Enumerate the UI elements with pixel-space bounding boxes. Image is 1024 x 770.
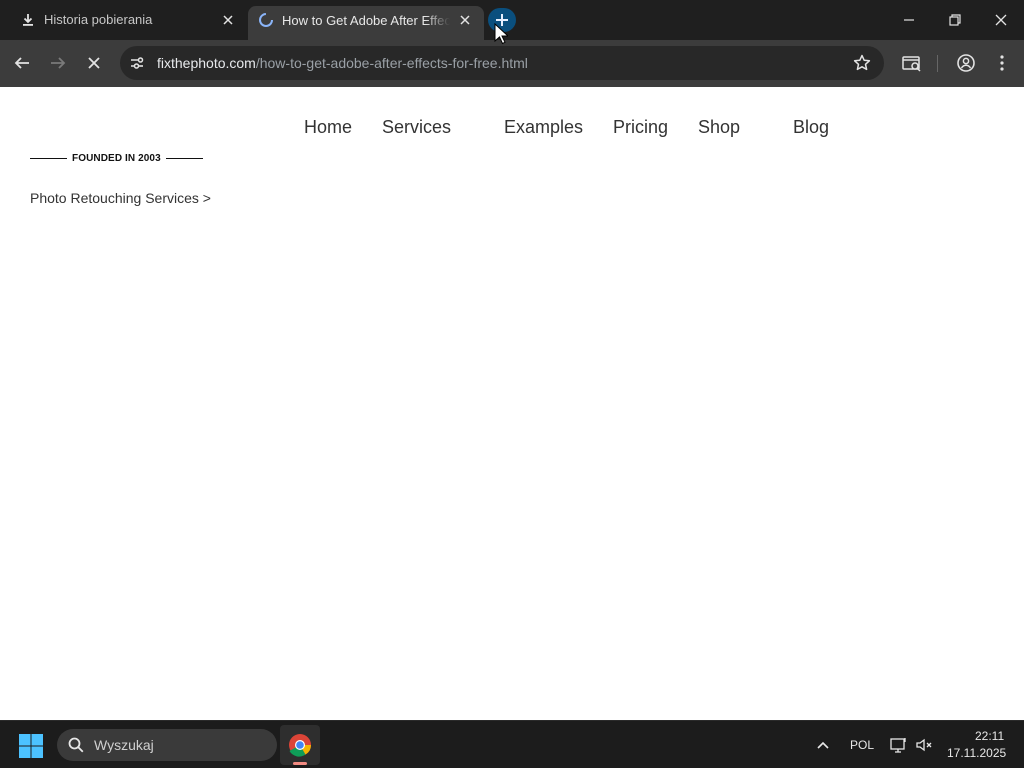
volume-muted-icon[interactable] — [914, 735, 934, 755]
site-settings-icon[interactable] — [128, 54, 146, 72]
url-path: /how-to-get-adobe-after-effects-for-free… — [255, 55, 528, 71]
breadcrumb[interactable]: Photo Retouching Services > — [30, 190, 211, 206]
close-tab-icon[interactable] — [219, 11, 237, 29]
tab-title: Historia pobierania — [44, 12, 153, 27]
menu-kebab-icon[interactable] — [990, 51, 1014, 75]
search-icon — [68, 737, 84, 753]
chevron-up-icon[interactable] — [814, 735, 832, 755]
url-domain: fixthephoto.com — [157, 55, 256, 71]
search-tabs-icon[interactable] — [900, 51, 924, 75]
bookmark-star-icon[interactable] — [852, 53, 872, 73]
close-tab-icon[interactable] — [456, 11, 474, 29]
download-icon — [23, 14, 33, 26]
close-window-icon[interactable] — [989, 8, 1013, 32]
loading-spinner-icon — [259, 13, 273, 27]
taskbar-chrome-app[interactable] — [280, 725, 320, 765]
divider-line — [30, 158, 67, 159]
nav-pricing[interactable]: Pricing — [613, 117, 668, 138]
forward-arrow-icon[interactable] — [46, 51, 70, 75]
stop-loading-icon[interactable] — [82, 51, 106, 75]
search-placeholder: Wyszukaj — [94, 737, 154, 753]
running-indicator — [293, 762, 307, 765]
language-indicator[interactable]: POL — [850, 738, 874, 752]
tab-download-history[interactable]: Historia pobierania — [0, 0, 248, 40]
profile-icon[interactable] — [954, 51, 978, 75]
minimize-icon[interactable] — [897, 8, 921, 32]
tab-after-effects[interactable]: How to Get Adobe After Effects for Free — [248, 6, 484, 40]
nav-examples[interactable]: Examples — [504, 117, 583, 138]
web-page: Home Services Examples Pricing Shop Blog… — [0, 87, 1024, 720]
tab-strip: Historia pobierania How to Get Adobe Aft… — [0, 0, 1024, 40]
back-arrow-icon[interactable] — [10, 51, 34, 75]
tab-title: How to Get Adobe After Effects for Free — [282, 13, 450, 28]
taskbar: Wyszukaj POL 22:11 17.11.2025 — [0, 720, 1024, 768]
nav-shop[interactable]: Shop — [698, 117, 740, 138]
clock-time[interactable]: 22:11 — [975, 729, 1004, 743]
taskbar-search[interactable]: Wyszukaj — [57, 729, 277, 761]
clock-date[interactable]: 17.11.2025 — [947, 746, 1006, 760]
nav-home[interactable]: Home — [304, 117, 352, 138]
nav-services[interactable]: Services — [382, 117, 451, 138]
chrome-icon — [289, 734, 311, 757]
founded-text: FOUNDED IN 2003 — [72, 153, 161, 164]
mouse-cursor-icon — [494, 23, 508, 45]
toolbar-divider — [937, 55, 938, 72]
address-bar[interactable]: fixthephoto.com/how-to-get-adobe-after-e… — [120, 46, 884, 80]
windows-start-icon[interactable] — [18, 733, 44, 759]
nav-blog[interactable]: Blog — [793, 117, 829, 138]
founded-tagline: FOUNDED IN 2003 — [30, 153, 203, 164]
network-icon[interactable] — [889, 735, 909, 755]
restore-icon[interactable] — [943, 8, 967, 32]
url-text: fixthephoto.com/how-to-get-adobe-after-e… — [157, 55, 528, 71]
divider-line — [165, 158, 203, 159]
browser-toolbar: fixthephoto.com/how-to-get-adobe-after-e… — [0, 40, 1024, 87]
